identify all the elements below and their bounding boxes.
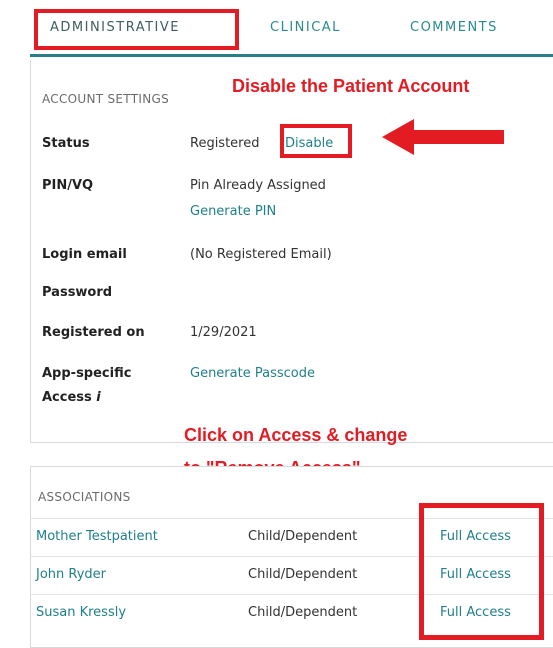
annotation-highlight-box <box>34 9 239 50</box>
annotation-arrow-icon <box>382 119 504 155</box>
app-access-label-line2: Access i <box>42 390 101 405</box>
association-relationship: Child/Dependent <box>248 567 358 582</box>
account-settings-title: ACCOUNT SETTINGS <box>42 92 169 106</box>
app-access-label-text: Access <box>42 390 92 405</box>
status-label: Status <box>42 136 90 151</box>
tab-comments[interactable]: COMMENTS <box>410 20 498 35</box>
tab-clinical[interactable]: CLINICAL <box>270 20 341 35</box>
app-access-label-line1: App-specific <box>42 366 132 381</box>
login-email-value: (No Registered Email) <box>190 247 332 262</box>
registered-on-label: Registered on <box>42 325 145 340</box>
association-name[interactable]: John Ryder <box>36 567 106 582</box>
status-value: Registered <box>190 136 260 151</box>
association-name[interactable]: Susan Kressly <box>36 605 126 620</box>
pin-label: PIN/VQ <box>42 178 94 193</box>
association-relationship: Child/Dependent <box>248 529 358 544</box>
tab-bar: ADMINISTRATIVE CLINICAL COMMENTS <box>0 0 553 60</box>
annotation-access-box <box>419 503 544 640</box>
registered-on-value: 1/29/2021 <box>190 325 257 340</box>
info-icon[interactable]: i <box>96 390 100 405</box>
annotation-disable-box <box>280 124 352 158</box>
login-email-label: Login email <box>42 247 127 262</box>
generate-pin-link[interactable]: Generate PIN <box>190 204 276 219</box>
associations-title: ASSOCIATIONS <box>38 490 131 504</box>
association-name[interactable]: Mother Testpatient <box>36 529 158 544</box>
active-tab-underline <box>30 54 553 57</box>
annotation-access-line1: Click on Access & change <box>184 425 408 445</box>
password-label: Password <box>42 285 113 300</box>
pin-value: Pin Already Assigned <box>190 178 326 193</box>
annotation-disable-text: Disable the Patient Account <box>232 76 470 96</box>
generate-passcode-link[interactable]: Generate Passcode <box>190 366 315 381</box>
association-relationship: Child/Dependent <box>248 605 358 620</box>
